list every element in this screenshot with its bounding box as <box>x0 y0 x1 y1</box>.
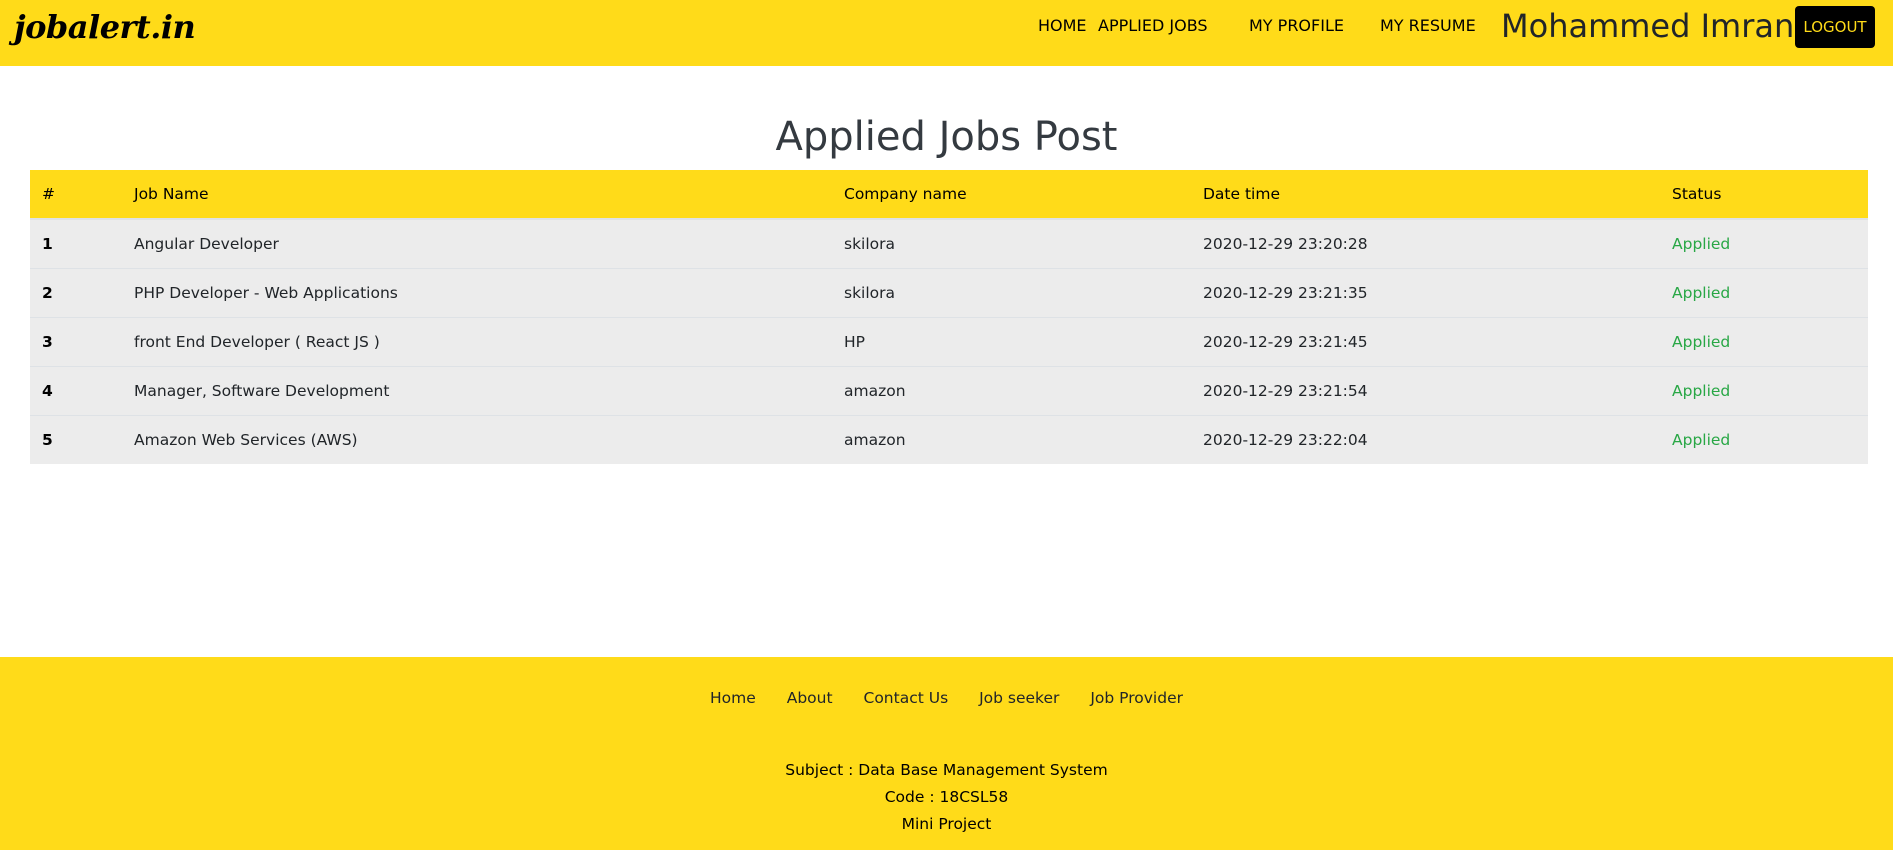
row-number: 5 <box>30 414 122 464</box>
row-company: HP <box>832 316 1191 366</box>
table-body: 1 Angular Developer skilora 2020-12-29 2… <box>30 218 1868 464</box>
header-company-name: Company name <box>832 170 1191 220</box>
row-company: skilora <box>832 218 1191 268</box>
footer-subject: Subject : Data Base Management System <box>785 761 1108 779</box>
header-number: # <box>30 170 122 220</box>
nav-home-link[interactable]: HOME <box>1038 16 1087 36</box>
row-date-time: 2020-12-29 23:21:45 <box>1191 316 1660 366</box>
row-job-name: front End Developer ( React JS ) <box>122 316 832 366</box>
top-navbar: jobalert.in HOME APPLIED JOBS MY PROFILE… <box>0 0 1893 66</box>
applied-jobs-table: # Job Name Company name Date time Status… <box>30 170 1868 464</box>
row-number: 3 <box>30 316 122 366</box>
row-date-time: 2020-12-29 23:22:04 <box>1191 414 1660 464</box>
row-job-name: PHP Developer - Web Applications <box>122 267 832 317</box>
row-date-time: 2020-12-29 23:21:35 <box>1191 267 1660 317</box>
row-status: Applied <box>1660 316 1868 366</box>
page-title: Applied Jobs Post <box>775 114 1118 160</box>
username-display: Mohammed Imran <box>1501 7 1795 45</box>
row-number: 1 <box>30 218 122 268</box>
table-row: 3 front End Developer ( React JS ) HP 20… <box>30 316 1868 366</box>
table-row: 2 PHP Developer - Web Applications skilo… <box>30 267 1868 317</box>
table-row: 4 Manager, Software Development amazon 2… <box>30 365 1868 415</box>
footer-link-job-seeker[interactable]: Job seeker <box>979 681 1059 715</box>
row-company: amazon <box>832 365 1191 415</box>
row-status: Applied <box>1660 414 1868 464</box>
table-header: # Job Name Company name Date time Status <box>30 170 1868 220</box>
brand-logo[interactable]: jobalert.in <box>14 8 196 46</box>
nav-applied-jobs-link[interactable]: APPLIED JOBS <box>1098 16 1208 36</box>
logout-button[interactable]: LOGOUT <box>1795 6 1875 48</box>
row-job-name: Manager, Software Development <box>122 365 832 415</box>
row-job-name: Amazon Web Services (AWS) <box>122 414 832 464</box>
row-number: 4 <box>30 365 122 415</box>
footer-link-home[interactable]: Home <box>710 681 756 715</box>
footer-project-info: Subject : Data Base Management System Co… <box>0 757 1893 838</box>
row-date-time: 2020-12-29 23:20:28 <box>1191 218 1660 268</box>
row-status: Applied <box>1660 365 1868 415</box>
header-status: Status <box>1660 170 1868 220</box>
footer-link-about[interactable]: About <box>787 681 833 715</box>
header-job-name: Job Name <box>122 170 832 220</box>
table-header-row: # Job Name Company name Date time Status <box>30 170 1868 220</box>
row-date-time: 2020-12-29 23:21:54 <box>1191 365 1660 415</box>
row-company: amazon <box>832 414 1191 464</box>
nav-my-resume-link[interactable]: MY RESUME <box>1380 16 1476 36</box>
footer-project: Mini Project <box>901 815 992 833</box>
row-number: 2 <box>30 267 122 317</box>
row-job-name: Angular Developer <box>122 218 832 268</box>
footer-link-contact-us[interactable]: Contact Us <box>864 681 949 715</box>
footer-code: Code : 18CSL58 <box>884 788 1009 806</box>
row-company: skilora <box>832 267 1191 317</box>
footer-link-job-provider[interactable]: Job Provider <box>1090 681 1183 715</box>
row-status: Applied <box>1660 267 1868 317</box>
table-row: 1 Angular Developer skilora 2020-12-29 2… <box>30 218 1868 268</box>
footer-links: Home About Contact Us Job seeker Job Pro… <box>0 681 1893 715</box>
header-date-time: Date time <box>1191 170 1660 220</box>
site-footer: Home About Contact Us Job seeker Job Pro… <box>0 657 1893 850</box>
nav-my-profile-link[interactable]: MY PROFILE <box>1249 16 1344 36</box>
row-status: Applied <box>1660 218 1868 268</box>
table-row: 5 Amazon Web Services (AWS) amazon 2020-… <box>30 414 1868 464</box>
